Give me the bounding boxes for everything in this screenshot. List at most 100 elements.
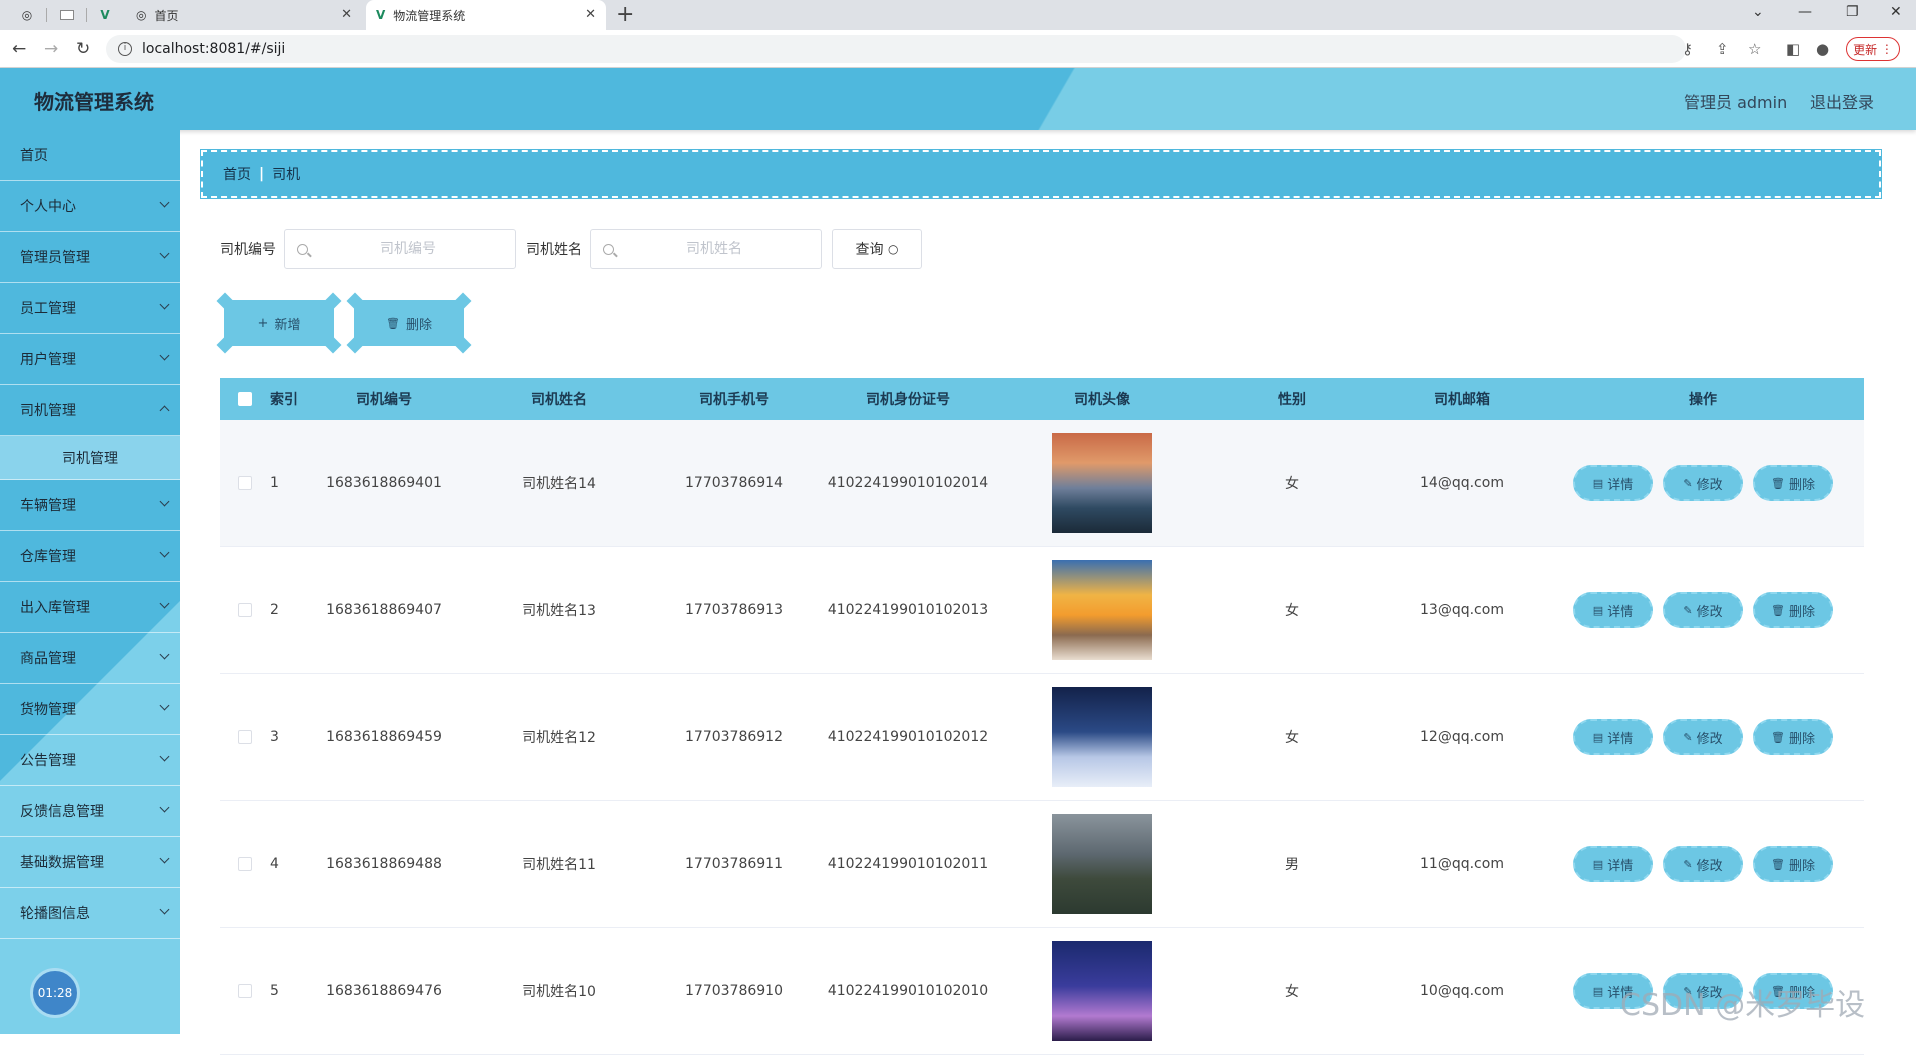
sidebar-item-feedback[interactable]: 反馈信息管理 <box>0 786 180 837</box>
driver-avatar-image[interactable] <box>1052 941 1152 1041</box>
driver-name-input[interactable] <box>624 241 804 257</box>
search-icon <box>603 243 614 255</box>
delete-button[interactable]: 🗑 删除 <box>1753 592 1833 628</box>
table-row: 4 1683618869488 司机姓名11 17703786911 41022… <box>220 801 1864 928</box>
sidebar-subitem-driver-management[interactable]: 司机管理 <box>0 436 180 480</box>
document-icon: ▤ <box>1592 857 1604 871</box>
sidebar-item-label: 首页 <box>20 148 48 164</box>
pencil-icon: ✎ <box>1683 603 1693 617</box>
sidebar-item-vehicles[interactable]: 车辆管理 <box>0 480 180 531</box>
back-icon[interactable]: ← <box>12 39 26 59</box>
cell-driver-code: 1683618869401 <box>326 475 442 491</box>
edit-button[interactable]: ✎ 修改 <box>1663 465 1743 501</box>
batch-delete-button[interactable]: 🗑 删除 <box>346 292 472 354</box>
tab-search-icon[interactable]: ⌄ <box>1752 4 1764 20</box>
table-row: 3 1683618869459 司机姓名12 17703786912 41022… <box>220 674 1864 801</box>
search-icon: ○ <box>887 242 899 256</box>
sidebar-item-profile[interactable]: 个人中心 <box>0 181 180 232</box>
edit-button[interactable]: ✎ 修改 <box>1663 592 1743 628</box>
sidebar-item-admins[interactable]: 管理员管理 <box>0 232 180 283</box>
sidebar-item-label: 仓库管理 <box>20 549 76 565</box>
chevron-down-icon <box>159 350 170 361</box>
close-tab-icon[interactable]: ✕ <box>341 7 352 22</box>
edit-button[interactable]: ✎ 修改 <box>1663 846 1743 882</box>
close-window-button[interactable]: ✕ <box>1890 4 1902 20</box>
sidebar-item-staff[interactable]: 员工管理 <box>0 283 180 334</box>
driver-avatar-image[interactable] <box>1052 814 1152 914</box>
chevron-up-icon <box>159 405 170 416</box>
profile-icon[interactable]: ● <box>1816 40 1829 58</box>
sidebar-item-carousel[interactable]: 轮播图信息 <box>0 888 180 939</box>
sidebar-item-products[interactable]: 商品管理 <box>0 633 180 684</box>
cell-driver-name: 司机姓名13 <box>522 603 596 619</box>
query-button[interactable]: 查询 ○ <box>832 229 922 269</box>
breadcrumb-home[interactable]: 首页 <box>223 164 251 184</box>
add-button[interactable]: + 新增 <box>216 292 342 354</box>
app-title: 物流管理系统 <box>34 90 154 114</box>
reload-icon[interactable]: ↻ <box>76 39 90 59</box>
column-header: 司机姓名 <box>531 392 587 408</box>
row-checkbox[interactable] <box>238 857 252 871</box>
table-body: 1 1683618869401 司机姓名14 17703786914 41022… <box>220 420 1864 1055</box>
row-actions: ▤ 详情 ✎ 修改 🗑 删除 <box>1542 719 1864 755</box>
detail-button[interactable]: ▤ 详情 <box>1573 846 1653 882</box>
row-checkbox[interactable] <box>238 603 252 617</box>
detail-label: 详情 <box>1607 858 1634 874</box>
sidebar-item-drivers[interactable]: 司机管理 <box>0 385 180 436</box>
chevron-down-icon <box>159 802 170 813</box>
bookmark-star-icon[interactable]: ☆ <box>1748 40 1761 58</box>
driver-code-input[interactable] <box>318 241 498 257</box>
url-field[interactable]: i localhost:8081/#/siji <box>106 35 1686 63</box>
sidebar-item-base-data[interactable]: 基础数据管理 <box>0 837 180 888</box>
logout-link[interactable]: 退出登录 <box>1810 89 1874 113</box>
sidebar-item-stock-io[interactable]: 出入库管理 <box>0 582 180 633</box>
tab-pinned-2[interactable] <box>50 0 84 30</box>
sidebar-item-home[interactable]: 首页 <box>0 130 180 181</box>
detail-button[interactable]: ▤ 详情 <box>1573 719 1653 755</box>
sidebar-item-users[interactable]: 用户管理 <box>0 334 180 385</box>
cell-driver-name: 司机姓名14 <box>522 476 596 492</box>
delete-button[interactable]: 🗑 删除 <box>1753 719 1833 755</box>
cell-gender: 女 <box>1285 730 1299 746</box>
delete-label: 删除 <box>1788 604 1815 620</box>
cell-gender: 女 <box>1285 984 1299 1000</box>
row-checkbox[interactable] <box>238 984 252 998</box>
edit-button[interactable]: ✎ 修改 <box>1663 719 1743 755</box>
globe-icon: ◎ <box>21 8 33 22</box>
restore-button[interactable]: ❐ <box>1846 4 1859 20</box>
tab-active[interactable]: V 物流管理系统 ✕ <box>366 0 606 30</box>
new-tab-button[interactable]: + <box>616 2 634 28</box>
sidebar-item-label: 公告管理 <box>20 753 76 769</box>
share-icon[interactable]: ⇪ <box>1716 40 1729 58</box>
tab-pinned-1[interactable]: ◎ <box>10 0 44 30</box>
tab-title: 首页 <box>154 8 179 23</box>
cell-gender: 女 <box>1285 476 1299 492</box>
detail-button[interactable]: ▤ 详情 <box>1573 465 1653 501</box>
tab-pinned-3[interactable]: V <box>88 0 122 30</box>
delete-button[interactable]: 🗑 删除 <box>1753 846 1833 882</box>
side-panel-icon[interactable]: ◧ <box>1786 40 1800 58</box>
edit-label: 修改 <box>1696 731 1723 747</box>
cell-driver-phone: 17703786912 <box>685 729 783 745</box>
forward-icon[interactable]: → <box>44 39 58 59</box>
row-checkbox[interactable] <box>238 476 252 490</box>
minimize-button[interactable]: — <box>1798 4 1812 20</box>
tab-home[interactable]: ◎ 首页 ✕ <box>126 0 362 30</box>
update-button[interactable]: 更新 ⋮ <box>1846 37 1900 61</box>
sidebar-item-notices[interactable]: 公告管理 <box>0 735 180 786</box>
select-all-checkbox[interactable] <box>238 392 252 406</box>
driver-avatar-image[interactable] <box>1052 433 1152 533</box>
driver-avatar-image[interactable] <box>1052 687 1152 787</box>
close-tab-icon[interactable]: ✕ <box>585 7 596 22</box>
sidebar-subitem-label: 司机管理 <box>62 450 118 467</box>
driver-avatar-image[interactable] <box>1052 560 1152 660</box>
row-checkbox[interactable] <box>238 730 252 744</box>
delete-button[interactable]: 🗑 删除 <box>1753 465 1833 501</box>
sidebar-item-warehouses[interactable]: 仓库管理 <box>0 531 180 582</box>
sidebar-item-cargo[interactable]: 货物管理 <box>0 684 180 735</box>
cell-index: 1 <box>270 475 279 491</box>
sidebar-item-label: 司机管理 <box>20 403 76 419</box>
detail-button[interactable]: ▤ 详情 <box>1573 592 1653 628</box>
info-icon[interactable]: i <box>118 42 132 56</box>
key-icon[interactable]: ⚷ <box>1682 40 1693 58</box>
